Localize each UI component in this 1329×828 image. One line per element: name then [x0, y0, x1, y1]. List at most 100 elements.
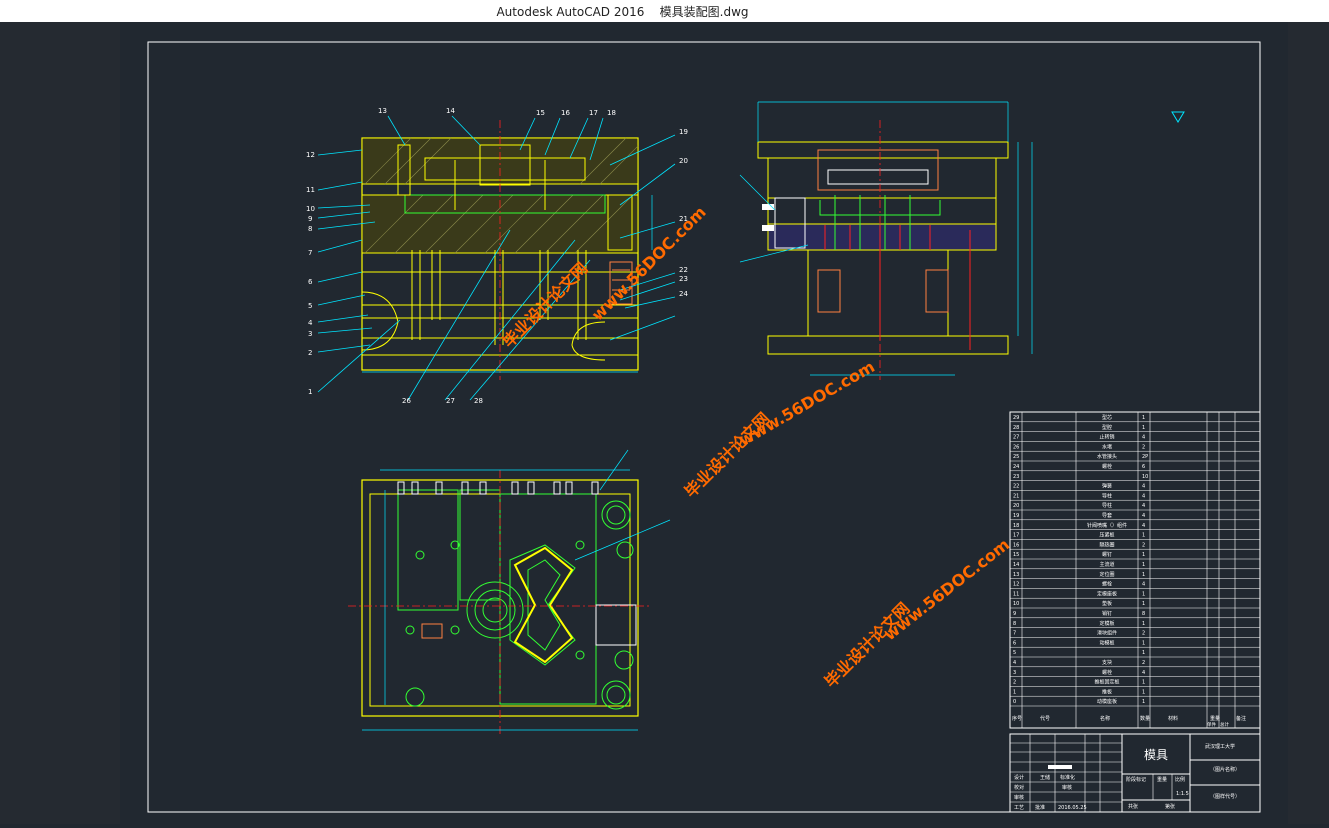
bom-no: 26: [1013, 444, 1019, 450]
tb-sheets-total: 共张: [1128, 803, 1138, 810]
bom-no: 5: [1013, 650, 1016, 656]
bom-no: 8: [1013, 621, 1016, 627]
window-title: Autodesk AutoCAD 2016 模具装配图.dwg: [0, 3, 1245, 20]
bom-qty: 4: [1142, 493, 1145, 499]
bom-name: 止转销: [1099, 434, 1114, 441]
bom-name: 针阀喷嘴（）组件: [1087, 522, 1127, 529]
bom-qty: 1: [1142, 572, 1145, 578]
callout-9: 9: [308, 215, 312, 223]
bom-header-cell: 序号: [1012, 715, 1022, 722]
callout-6: 6: [308, 278, 313, 286]
bom-qty: 1: [1142, 425, 1145, 431]
bom-no: 7: [1013, 631, 1016, 637]
bom-qty: 1: [1142, 689, 1145, 695]
bom-header-cell: 材料: [1168, 715, 1178, 722]
callout-1: 1: [308, 388, 312, 396]
bom-qty: 1: [1142, 533, 1145, 539]
bom-qty: 1: [1142, 699, 1145, 705]
callout-19: 19: [679, 128, 688, 136]
left-gutter: [0, 22, 120, 824]
bom-header-cell: 重量: [1210, 715, 1220, 722]
callout-5: 5: [308, 302, 312, 310]
bom-qty: 6: [1142, 464, 1145, 470]
bom-qty: 2: [1142, 631, 1145, 637]
bom-qty: 1: [1142, 640, 1145, 646]
tb-approve: 审核: [1014, 794, 1024, 801]
bom-qty: 2: [1142, 444, 1145, 450]
bom-no: 12: [1013, 582, 1019, 588]
bom-no: 10: [1013, 601, 1019, 607]
bom-header-cell: 代号: [1040, 715, 1050, 722]
bom-name: 螺钉: [1102, 551, 1112, 558]
plan-view: [348, 449, 671, 735]
title-block: 设计 王储 标准化 校对 审核 审核 工艺 批准 2016.05.25 阶段标记…: [1009, 733, 1261, 813]
callout-15: 15: [536, 109, 545, 117]
bom-no: 28: [1013, 425, 1019, 431]
bom-qty: 4: [1142, 503, 1145, 509]
bom-qty: 4: [1142, 435, 1145, 441]
bom-no: 17: [1013, 533, 1019, 539]
bom-name: 水堵: [1102, 443, 1112, 450]
bom-name: 推板固定板: [1094, 679, 1119, 686]
bom-name: 定模板: [1099, 620, 1114, 627]
bom-name: 支块: [1102, 659, 1112, 666]
callout-12: 12: [306, 151, 315, 159]
callout-11: 11: [306, 186, 315, 194]
bom-name: 动模板: [1099, 639, 1114, 646]
bom-qty: 1: [1142, 601, 1145, 607]
bom-no: 25: [1013, 454, 1019, 460]
bom-qty: 2: [1142, 542, 1145, 548]
tb-school: 武汉理工大学: [1205, 743, 1235, 750]
drawing-canvas[interactable]: 12 11 10 9 8 7 6 5 4 3 2 1 13 14 15 16 1…: [120, 22, 1288, 824]
bom-no: 19: [1013, 513, 1019, 519]
drawing-svg[interactable]: 12 11 10 9 8 7 6 5 4 3 2 1 13 14 15 16 1…: [120, 22, 1288, 824]
callout-27: 27: [446, 397, 455, 405]
bom-name: 型芯: [1102, 414, 1112, 421]
bom-qty: 1: [1142, 650, 1145, 656]
bom-no: 1: [1013, 689, 1016, 695]
tb-review: 审核: [1062, 784, 1072, 791]
tb-part-name: 模具: [1144, 748, 1168, 762]
bom-name: 隔热圈: [1099, 541, 1114, 548]
bom-qty: 1: [1142, 591, 1145, 597]
bom-qty: 1: [1142, 415, 1145, 421]
front-section-view: 12 11 10 9 8 7 6 5 4 3 2 1 13 14 15 16 1…: [306, 107, 688, 405]
callout-24: 24: [679, 290, 688, 298]
callout-3: 3: [308, 330, 312, 338]
bom-header-cell: 总计: [1220, 721, 1229, 728]
bom-qty: 2P: [1142, 454, 1148, 460]
bom-header-cell: 名称: [1100, 715, 1110, 722]
callout-22: 22: [679, 266, 688, 274]
bom-name: 螺栓: [1102, 669, 1112, 676]
bom-no: 14: [1013, 562, 1019, 568]
bom-header-cell: 数量: [1140, 715, 1150, 722]
tb-scale-val: 1:1.5: [1176, 791, 1189, 797]
tb-drawing-name: （图片名称）: [1210, 766, 1240, 773]
bom-name: 主流道: [1099, 561, 1114, 568]
tb-standardize: 标准化: [1060, 774, 1075, 781]
tb-designer: 王储: [1040, 774, 1050, 781]
bom-qty: 8: [1142, 611, 1145, 617]
callout-4: 4: [308, 319, 313, 327]
callout-13: 13: [378, 107, 387, 115]
side-section-view: [739, 101, 1185, 380]
tb-craft: 工艺: [1014, 805, 1024, 811]
tb-drawing-code: （图样代号）: [1210, 793, 1240, 800]
bom-no: 0: [1013, 699, 1016, 705]
bom-name: 螺栓: [1102, 463, 1112, 470]
bom-no: 18: [1013, 523, 1019, 529]
bom-name: 压紧板: [1099, 532, 1114, 539]
bom-qty: 2: [1142, 660, 1145, 666]
bom-no: 21: [1013, 493, 1019, 499]
callout-20: 20: [679, 157, 688, 165]
bom-header-cell: 备注: [1236, 715, 1246, 722]
callout-17: 17: [589, 109, 598, 117]
bom-qty: 1: [1142, 562, 1145, 568]
tb-weight: 重量: [1157, 776, 1167, 783]
callout-2: 2: [308, 349, 312, 357]
right-gutter: [1288, 22, 1329, 824]
tb-scale: 比例: [1175, 776, 1185, 783]
bom-no: 24: [1013, 464, 1019, 470]
bom-name: 导柱: [1102, 492, 1112, 499]
bom-qty: 1: [1142, 552, 1145, 558]
